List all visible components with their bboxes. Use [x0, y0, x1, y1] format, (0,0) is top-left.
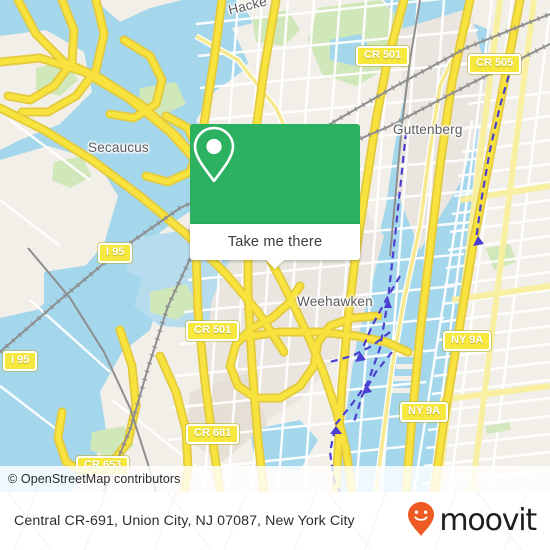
- take-me-there-label: Take me there: [227, 234, 323, 250]
- map-screenshot: Hacke Secaucus Guttenberg Weehawken CR 5…: [0, 0, 550, 550]
- attribution-text[interactable]: © OpenStreetMap contributors: [0, 472, 181, 486]
- road-shield-cr-681: CR 681: [186, 424, 240, 444]
- popup-image-area: [190, 124, 360, 224]
- moovit-pin-smiley-icon: [406, 501, 436, 542]
- road-shield-ny-9a-south: NY 9A: [400, 402, 449, 422]
- map-label-secaucus: Secaucus: [88, 140, 149, 155]
- road-shield-cr-505: CR 505: [468, 54, 522, 74]
- road-shield-i-95-north: I 95: [98, 243, 133, 263]
- road-shield-cr-501-north: CR 501: [356, 46, 410, 66]
- road-shield-i-95-south: I 95: [3, 351, 38, 371]
- map-canvas[interactable]: Hacke Secaucus Guttenberg Weehawken CR 5…: [0, 0, 550, 492]
- moovit-wordmark: moovit: [439, 503, 537, 538]
- caption-bar: Central CR-691, Union City, NJ 07087, Ne…: [0, 492, 550, 550]
- map-marker-popup[interactable]: Take me there: [190, 124, 360, 269]
- map-label-weehawken: Weehawken: [297, 294, 373, 309]
- road-shield-ny-9a-north: NY 9A: [443, 331, 492, 351]
- popup-tail-icon: [266, 260, 284, 269]
- map-label-guttenberg: Guttenberg: [393, 122, 463, 137]
- take-me-there-button[interactable]: Take me there: [190, 224, 360, 269]
- road-shield-cr-501-south: CR 501: [186, 321, 240, 341]
- address-caption: Central CR-691, Union City, NJ 07087, Ne…: [14, 513, 355, 529]
- moovit-logo[interactable]: moovit: [406, 501, 537, 542]
- map-attribution-bar: © OpenStreetMap contributors: [0, 466, 550, 492]
